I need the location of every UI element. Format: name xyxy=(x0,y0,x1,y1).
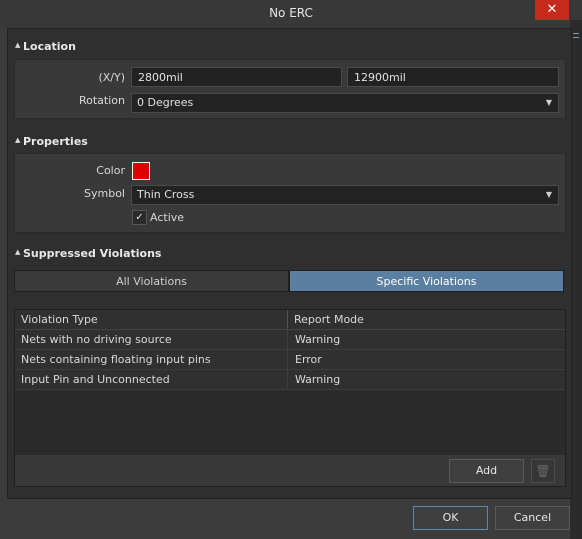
ok-button[interactable]: OK xyxy=(413,506,488,530)
color-label: Color xyxy=(96,164,125,177)
window-title: No ERC xyxy=(269,6,313,20)
table-row[interactable]: Nets containing floating input pins Erro… xyxy=(15,350,565,370)
dialog-body: ▲ Location (X/Y) 2800mil 12900mil Rotati… xyxy=(7,28,572,499)
chevron-down-icon: ▼ xyxy=(545,98,552,107)
cancel-button[interactable]: Cancel xyxy=(495,506,570,530)
add-button[interactable]: Add xyxy=(449,459,524,483)
symbol-select[interactable]: Thin Cross ▼ xyxy=(131,185,559,205)
report-mode-cell[interactable]: Warning xyxy=(295,333,340,346)
table-toolbar: Add 🗑 xyxy=(14,455,566,487)
chevron-down-icon: ▼ xyxy=(545,190,552,199)
column-divider xyxy=(287,370,288,389)
collapse-triangle-icon[interactable]: ▲ xyxy=(15,41,20,49)
report-mode-cell[interactable]: Warning xyxy=(295,373,340,386)
violation-type-cell: Input Pin and Unconnected xyxy=(21,373,170,386)
column-divider[interactable] xyxy=(287,310,288,329)
xy-label: (X/Y) xyxy=(98,71,125,84)
column-divider xyxy=(287,330,288,349)
close-button[interactable]: ✕ xyxy=(535,0,569,20)
location-panel: (X/Y) 2800mil 12900mil Rotation 0 Degree… xyxy=(14,59,566,119)
section-header-location[interactable]: ▲ Location xyxy=(8,37,571,57)
section-header-properties[interactable]: ▲ Properties xyxy=(8,132,571,152)
tab-specific-violations[interactable]: Specific Violations xyxy=(289,270,564,292)
violation-type-cell: Nets with no driving source xyxy=(21,333,172,346)
rotation-select[interactable]: 0 Degrees ▼ xyxy=(131,93,559,113)
rotation-value: 0 Degrees xyxy=(137,96,194,109)
section-header-suppressed-violations[interactable]: ▲ Suppressed Violations xyxy=(8,244,571,264)
properties-panel: Color Symbol Thin Cross ▼ ✓ Active xyxy=(14,153,566,233)
column-divider xyxy=(287,350,288,369)
color-swatch[interactable] xyxy=(132,162,150,180)
section-title: Properties xyxy=(23,135,88,148)
collapse-triangle-icon[interactable]: ▲ xyxy=(15,248,20,256)
section-title: Suppressed Violations xyxy=(23,247,162,260)
table-header: Violation Type Report Mode xyxy=(15,310,565,330)
x-input[interactable]: 2800mil xyxy=(131,67,342,87)
collapse-triangle-icon[interactable]: ▲ xyxy=(15,136,20,144)
background-line xyxy=(573,37,579,38)
report-mode-cell[interactable]: Error xyxy=(295,353,322,366)
active-label: Active xyxy=(150,211,185,224)
trash-icon[interactable]: 🗑 xyxy=(531,459,555,483)
table-row[interactable]: Nets with no driving source Warning xyxy=(15,330,565,350)
violations-table: Violation Type Report Mode Nets with no … xyxy=(14,309,566,457)
symbol-value: Thin Cross xyxy=(137,188,195,201)
section-title: Location xyxy=(23,40,76,53)
y-input[interactable]: 12900mil xyxy=(347,67,559,87)
table-row[interactable]: Input Pin and Unconnected Warning xyxy=(15,370,565,390)
column-header-report-mode[interactable]: Report Mode xyxy=(294,313,364,326)
background-line xyxy=(573,33,579,34)
active-checkbox[interactable]: ✓ xyxy=(132,210,147,225)
column-header-violation-type[interactable]: Violation Type xyxy=(21,313,98,326)
violation-type-cell: Nets containing floating input pins xyxy=(21,353,211,366)
symbol-label: Symbol xyxy=(84,187,125,200)
title-bar: No ERC ✕ xyxy=(0,0,582,28)
rotation-label: Rotation xyxy=(78,94,125,107)
tab-all-violations[interactable]: All Violations xyxy=(14,270,289,292)
